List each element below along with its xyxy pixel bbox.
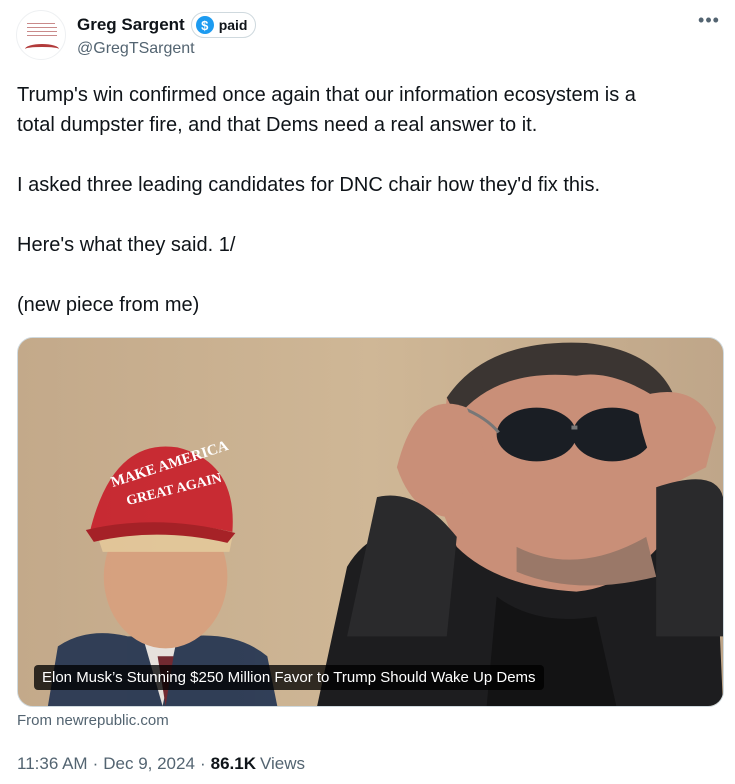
more-icon: ••• [698,9,720,30]
display-name[interactable]: Greg Sargent [77,15,185,35]
views-count[interactable]: 86.1K [211,754,256,774]
meta-separator: · [199,754,206,773]
user-handle[interactable]: @GregTSargent [77,40,195,58]
link-card[interactable]: MAKE AMERICA GREAT AGAIN Elon Musk’s Stu… [17,337,724,707]
avatar[interactable] [16,10,66,60]
views-label: Views [259,754,306,773]
tweet-header: Greg Sargent $ paid @GregTSargent ••• [16,6,720,64]
card-photo: MAKE AMERICA GREAT AGAIN [18,338,723,706]
more-options-button[interactable]: ••• [694,8,724,32]
tweet-text: Trump's win confirmed once again that ou… [17,80,717,320]
card-source[interactable]: From newrepublic.com [17,712,169,729]
tweet-meta: 11:36 AM · Dec 9, 2024 · 86.1K Views [17,754,305,774]
paid-label: paid [218,17,248,33]
tweet-paragraph: I asked three leading candidates for DNC… [17,174,601,196]
avatar-text-line [27,31,57,32]
card-title[interactable]: Elon Musk’s Stunning $250 Million Favor … [34,665,544,690]
avatar-text-line [27,35,57,36]
avatar-text-line [27,23,55,24]
name-row: Greg Sargent $ paid [77,12,257,38]
tweet-paragraph: Here's what they said. 1/ [17,234,236,256]
tweet-paragraph: (new piece from me) [17,294,200,316]
tweet-time[interactable]: 11:36 AM [17,754,88,774]
tweet-paragraph: Trump's win confirmed once again that ou… [17,84,636,106]
paid-badge[interactable]: $ paid [190,12,257,38]
meta-separator: · [92,754,99,773]
tweet-paragraph: total dumpster fire, and that Dems need … [17,114,538,136]
dollar-icon: $ [195,16,214,34]
tweet-date[interactable]: Dec 9, 2024 [103,754,195,774]
avatar-logo-arc [25,44,59,54]
avatar-text-line [27,27,57,28]
